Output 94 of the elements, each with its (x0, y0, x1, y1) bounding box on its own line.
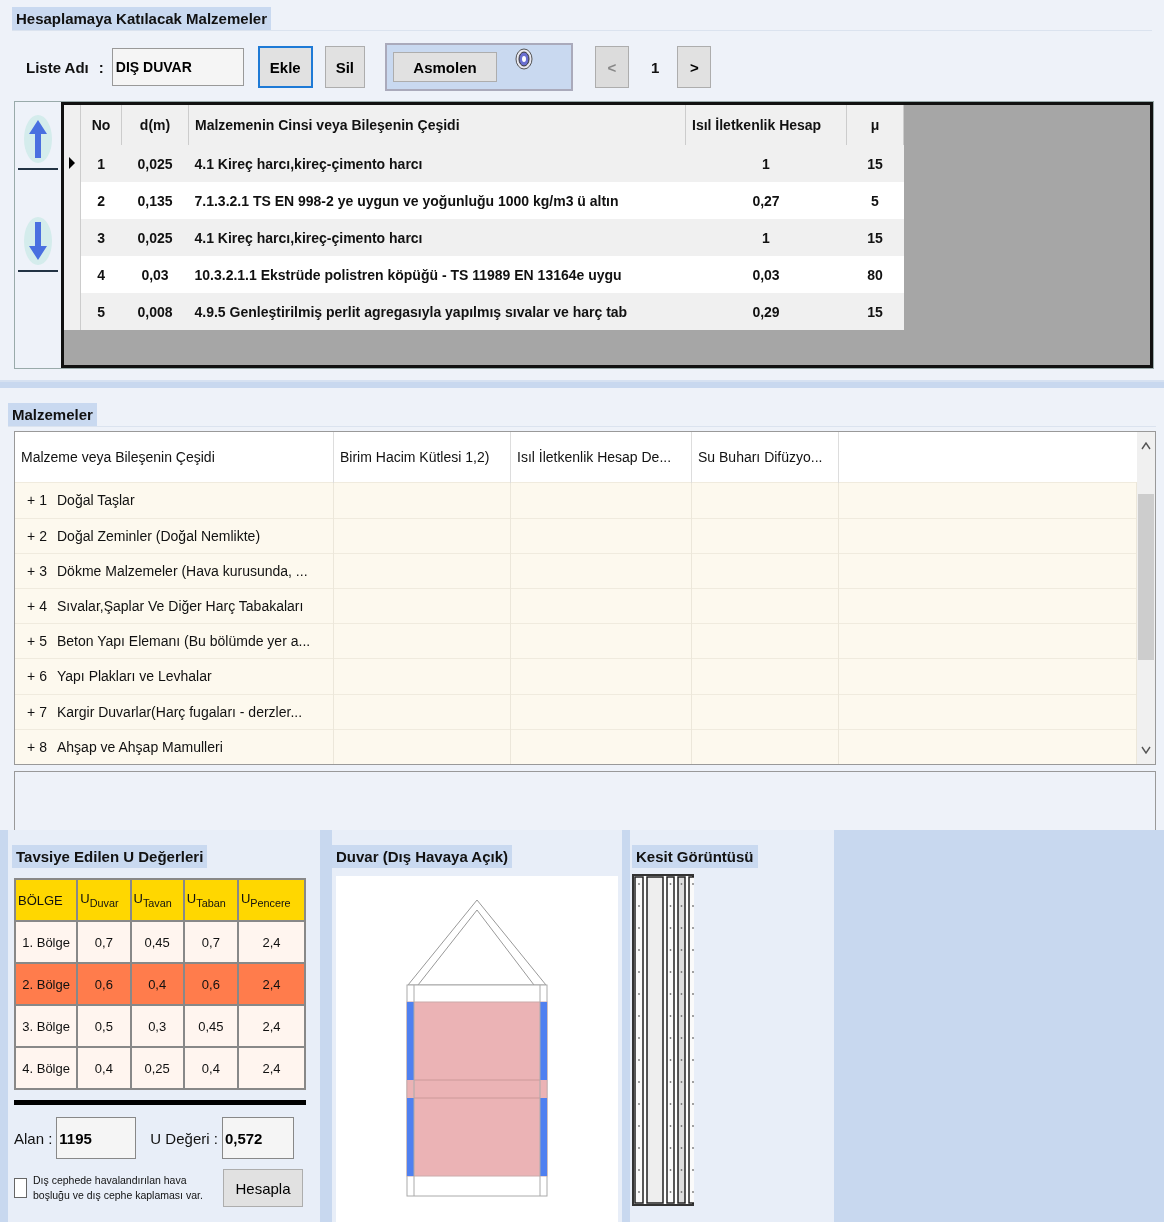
checkbox-label: Dış cephede havalandırılan hava boşluğu ve dış cephe kaplaması var. (33, 1173, 204, 1203)
region-row[interactable]: 1. Bölge 0,7 0,45 0,7 2,4 (15, 921, 305, 963)
column-header: Malzemenin Cinsi veya Bileşenin Çeşidi (188, 105, 686, 145)
scroll-down-icon[interactable] (1141, 746, 1151, 754)
section-title: Duvar (Dış Havaya Açık) (332, 845, 513, 868)
column-header: U$_{Taban}$ (183, 879, 238, 921)
table-cell: 15 (846, 219, 904, 256)
table-cell: 80 (846, 256, 904, 293)
next-page-button[interactable]: > (677, 46, 712, 88)
expand-toggle[interactable]: + (27, 703, 36, 720)
table-cell: 4.1 Kireç harcı,kireç-çimento harcı (188, 219, 686, 256)
current-row-icon (69, 156, 75, 169)
category-name[interactable]: Beton Yapı Elemanı (Bu bölümde yer a... (57, 633, 311, 650)
area-field[interactable]: 1195 (56, 1117, 137, 1159)
section-title: Kesit Görüntüsü (632, 845, 758, 868)
expand-toggle[interactable]: + (27, 738, 36, 755)
category-number: 4 (39, 598, 47, 614)
region-row[interactable]: 4. Bölge 0,4 0,25 0,4 2,4 (15, 1047, 305, 1089)
scrollbar[interactable] (1137, 432, 1155, 764)
table-cell: 4 (80, 256, 122, 293)
category-number: 8 (39, 738, 47, 755)
row-header-cell (64, 105, 81, 145)
expand-toggle[interactable]: + (27, 668, 36, 685)
table-cell: 4.9.5 Genleştirilmiş perlit agregasıyla yapılmış sıvalar ve harç tab (188, 293, 686, 330)
column-header: No (80, 105, 122, 145)
category-number: 7 (39, 703, 47, 720)
column-header: U$_{Tavan}$ (130, 879, 184, 921)
category-number: 2 (39, 527, 47, 544)
column-header: BÖLGE (15, 879, 78, 921)
category-number: 6 (39, 668, 47, 685)
table-cell: 5 (846, 182, 904, 219)
table-cell: 0,135 (121, 182, 189, 219)
expand-toggle[interactable]: + (27, 633, 36, 650)
category-name[interactable]: Yapı Plakları ve Levhalar (57, 668, 212, 685)
table-cell: 15 (846, 293, 904, 330)
table-cell: 15 (846, 145, 904, 182)
expand-toggle[interactable]: + (27, 598, 36, 614)
table-cell: 0,008 (121, 293, 189, 330)
table-cell: 0,025 (121, 145, 189, 182)
table-cell: 1 (685, 145, 847, 182)
expand-toggle[interactable]: + (27, 562, 36, 579)
category-number: 5 (39, 633, 47, 650)
table-cell: 5 (80, 293, 122, 330)
table-cell: 0,03 (121, 256, 189, 293)
table-cell: 0,27 (685, 182, 847, 219)
expand-toggle[interactable]: + (27, 527, 36, 544)
column-header[interactable]: Su Buharı Difüzyo... (691, 432, 839, 483)
category-number: 1 (39, 492, 47, 509)
list-name-label: Liste Adı (26, 58, 89, 76)
column-header[interactable]: Isıl İletkenlik Hesap De... (510, 432, 692, 483)
category-name[interactable]: Kargir Duvarlar(Harç fugaları - derzler... (57, 703, 303, 720)
column-header[interactable]: Birim Hacim Kütlesi 1,2) (333, 432, 511, 483)
list-name-field[interactable]: DIŞ DUVAR (111, 48, 244, 86)
column-header: Isıl İletkenlik Hesap (685, 105, 847, 145)
page-number: 1 (651, 58, 660, 76)
u-value-label: U Değeri : (150, 1129, 218, 1147)
table-cell: 0,025 (121, 219, 189, 256)
scroll-up-icon[interactable] (1141, 442, 1151, 450)
area-label: Alan : (14, 1129, 53, 1147)
table-cell: 7.1.3.2.1 TS EN 998-2 ye uygun ve yoğunluğu 1000 kg/m3 ü altın (188, 182, 686, 219)
table-cell: 0,03 (685, 256, 847, 293)
category-name[interactable]: Doğal Taşlar (57, 492, 135, 509)
column-header: U$_{Pencere}$ (237, 879, 305, 921)
category-name[interactable]: Sıvalar,Şaplar Ve Diğer Harç Tabakaları (57, 598, 304, 614)
table-cell: 2 (80, 182, 122, 219)
disc-icon[interactable] (515, 48, 533, 70)
table-cell: 10.3.2.1.1 Ekstrüde polistren köpüğü - TS 11989 EN 13164e uygu (188, 256, 686, 293)
table-cell: 4.1 Kireç harcı,kireç-çimento harcı (188, 145, 686, 182)
scroll-thumb[interactable] (1138, 494, 1154, 660)
asmolen-button[interactable]: Asmolen (393, 52, 497, 82)
add-button[interactable]: Ekle (257, 46, 313, 88)
calculate-button[interactable]: Hesapla (223, 1169, 303, 1207)
delete-button[interactable]: Sil (324, 46, 365, 88)
u-value-field[interactable]: 0,572 (221, 1117, 294, 1159)
column-header[interactable]: Malzeme veya Bileşenin Çeşidi (15, 432, 334, 483)
column-header: μ (846, 105, 904, 145)
region-row[interactable]: 2. Bölge 0,6 0,4 0,6 2,4 (15, 963, 305, 1005)
section-title: Malzemeler (8, 403, 97, 426)
expand-toggle[interactable]: + (27, 492, 36, 509)
category-name[interactable]: Dökme Malzemeler (Hava kurusunda, ... (57, 562, 308, 579)
checkbox[interactable] (14, 1178, 27, 1198)
colon-label: : (98, 58, 104, 76)
table-cell: 1 (685, 219, 847, 256)
region-row[interactable]: 3. Bölge 0,5 0,3 0,45 2,4 (15, 1005, 305, 1047)
category-name[interactable]: Ahşap ve Ahşap Mamulleri (57, 738, 223, 755)
section-title: Tavsiye Edilen U Değerleri (12, 845, 208, 868)
column-header: U$_{Duvar}$ (77, 879, 131, 921)
table-cell: 3 (80, 219, 122, 256)
category-number: 3 (39, 562, 47, 579)
table-cell: 0,29 (685, 293, 847, 330)
section-title: Hesaplamaya Katılacak Malzemeler (12, 7, 271, 30)
table-cell: 1 (80, 145, 122, 182)
category-name[interactable]: Doğal Zeminler (Doğal Nemlikte) (57, 527, 261, 544)
column-header: d(m) (121, 105, 189, 145)
